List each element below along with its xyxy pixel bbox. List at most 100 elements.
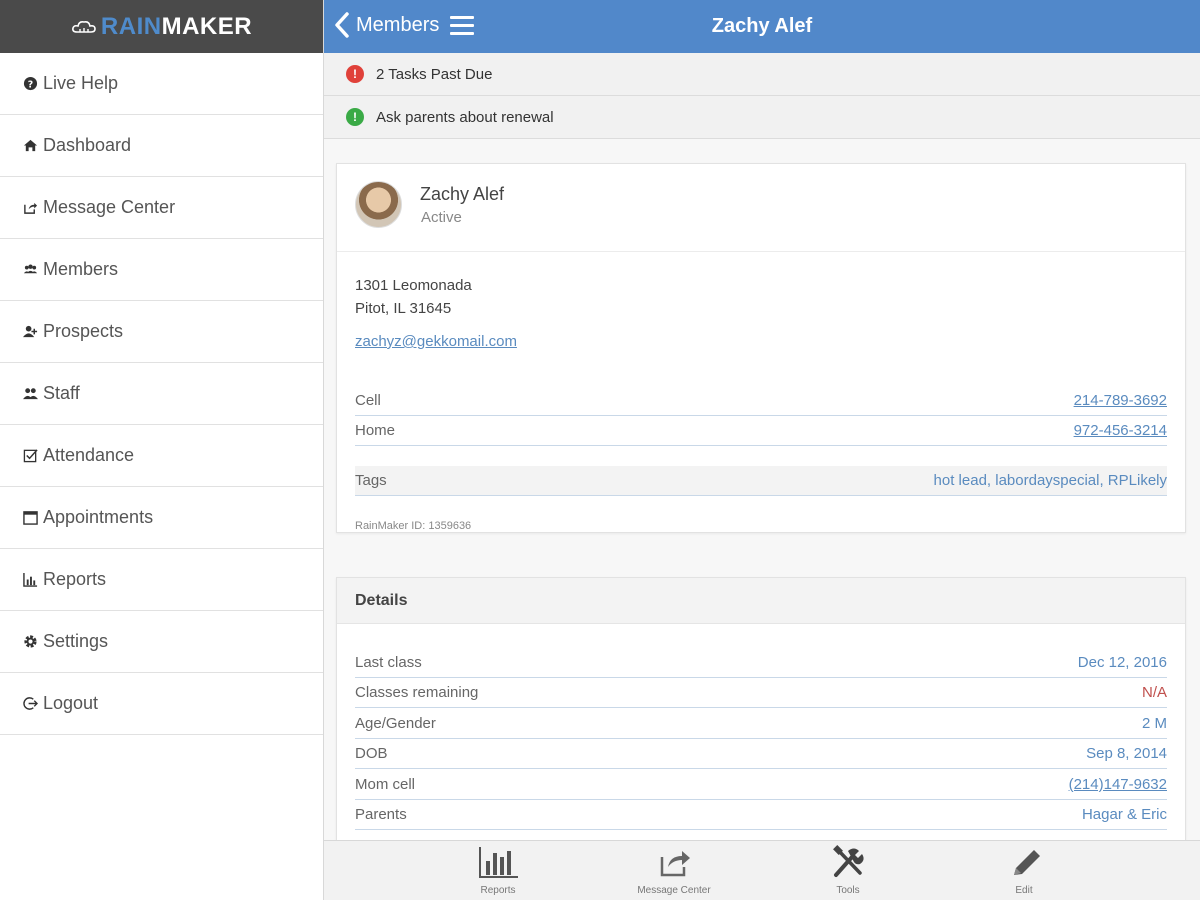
home-icon bbox=[21, 137, 39, 155]
brand-logo[interactable]: RAINMAKER bbox=[0, 0, 323, 53]
cloud-logo-icon bbox=[71, 20, 96, 33]
calendar-icon bbox=[21, 509, 39, 527]
bar-chart-icon bbox=[479, 847, 518, 878]
bar-chart-icon bbox=[21, 571, 39, 589]
alert-tasks-past-due[interactable]: ! 2 Tasks Past Due bbox=[324, 53, 1200, 96]
detail-value: Sep 8, 2014 bbox=[1086, 745, 1167, 762]
main-content[interactable]: Zachy Alef Active 1301 Leomonada Pitot, … bbox=[324, 139, 1200, 840]
toolbar-tools-button[interactable]: Tools bbox=[788, 845, 908, 896]
detail-row-classes-remaining: Classes remaining N/A bbox=[355, 678, 1167, 708]
address: 1301 Leomonada Pitot, IL 31645 bbox=[355, 274, 472, 320]
sidebar-item-label: Logout bbox=[43, 693, 99, 713]
detail-label: DOB bbox=[355, 745, 388, 762]
sidebar-item-label: Prospects bbox=[43, 321, 124, 341]
alert-text: Ask parents about renewal bbox=[376, 108, 554, 126]
sidebar-item-live-help[interactable]: ? Live Help bbox=[0, 53, 323, 115]
alert-error-icon: ! bbox=[346, 65, 364, 83]
home-row: Home 972-456-3214 bbox=[355, 416, 1167, 446]
sidebar-item-logout[interactable]: Logout bbox=[0, 673, 323, 735]
profile-name: Zachy Alef bbox=[420, 184, 505, 204]
profile-status: Active bbox=[421, 209, 462, 226]
pencil-icon bbox=[1014, 850, 1040, 875]
detail-value: 2 M bbox=[1141, 715, 1167, 732]
home-label: Home bbox=[355, 422, 396, 439]
detail-label: Classes remaining bbox=[355, 684, 479, 701]
alert-renewal-task[interactable]: ! Ask parents about renewal bbox=[324, 96, 1200, 139]
brand-rain-text: RAIN bbox=[100, 12, 162, 40]
cell-phone-link[interactable]: 214-789-3692 bbox=[1074, 392, 1167, 409]
sidebar-item-dashboard[interactable]: Dashboard bbox=[0, 115, 323, 177]
sidebar-item-label: Message Center bbox=[43, 197, 176, 217]
details-heading: Details bbox=[337, 578, 1185, 624]
sidebar-item-label: Live Help bbox=[43, 73, 119, 93]
profile-card: Zachy Alef Active 1301 Leomonada Pitot, … bbox=[336, 163, 1186, 533]
top-bar: Members Zachy Alef bbox=[324, 0, 1200, 53]
svg-text:?: ? bbox=[27, 79, 32, 90]
detail-label: Last class bbox=[355, 654, 422, 671]
detail-label: Mom cell bbox=[355, 776, 416, 793]
group-icon bbox=[21, 261, 39, 279]
page-title: Zachy Alef bbox=[711, 15, 813, 37]
toolbar-edit-button[interactable]: Edit bbox=[964, 845, 1084, 896]
sidebar-item-reports[interactable]: Reports bbox=[0, 549, 323, 611]
toolbar-reports-button[interactable]: Reports bbox=[438, 845, 558, 896]
alert-info-icon: ! bbox=[346, 108, 364, 126]
detail-value: Hagar & Eric bbox=[1081, 806, 1167, 823]
question-circle-icon: ? bbox=[21, 75, 39, 93]
cell-row: Cell 214-789-3692 bbox=[355, 386, 1167, 416]
detail-row-parents: Parents Hagar & Eric bbox=[355, 800, 1167, 830]
detail-row-mom-cell: Mom cell (214)147-9632 bbox=[355, 770, 1167, 800]
gear-icon bbox=[21, 633, 39, 651]
mom-cell-link[interactable]: (214)147-9632 bbox=[1069, 776, 1167, 793]
tags-value[interactable]: hot lead, labordayspecial, RPLikely bbox=[934, 472, 1167, 489]
sidebar-item-label: Attendance bbox=[43, 445, 135, 465]
address-line-1: 1301 Leomonada bbox=[355, 277, 472, 294]
sidebar-item-label: Dashboard bbox=[43, 135, 132, 155]
share-icon bbox=[21, 199, 39, 217]
toolbar-label: Message Center bbox=[637, 885, 711, 896]
user-plus-icon bbox=[21, 323, 39, 341]
share-icon bbox=[660, 851, 690, 877]
address-line-2: Pitot, IL 31645 bbox=[355, 300, 452, 317]
tags-row[interactable]: Tags hot lead, labordayspecial, RPLikely bbox=[355, 466, 1167, 496]
avatar bbox=[355, 181, 402, 228]
checkbox-icon bbox=[21, 447, 39, 465]
email-link[interactable]: zachyz@gekkomail.com bbox=[355, 333, 517, 350]
sidebar-item-staff[interactable]: Staff bbox=[0, 363, 323, 425]
detail-value: Dec 12, 2016 bbox=[1077, 654, 1167, 671]
brand-maker-text: MAKER bbox=[161, 12, 253, 40]
detail-label: Parents bbox=[355, 806, 407, 823]
users-icon bbox=[21, 385, 39, 403]
tools-icon bbox=[833, 845, 864, 877]
sidebar: RAINMAKER ? Live Help Dashboard Message … bbox=[0, 0, 324, 900]
profile-header: Zachy Alef Active bbox=[337, 164, 1185, 252]
sidebar-item-message-center[interactable]: Message Center bbox=[0, 177, 323, 239]
sidebar-item-label: Staff bbox=[43, 383, 80, 403]
detail-row-dob: DOB Sep 8, 2014 bbox=[355, 739, 1167, 769]
detail-row-age-gender: Age/Gender 2 M bbox=[355, 709, 1167, 739]
sidebar-item-attendance[interactable]: Attendance bbox=[0, 425, 323, 487]
toolbar-label: Edit bbox=[1015, 885, 1033, 896]
sidebar-item-label: Settings bbox=[43, 631, 109, 651]
detail-value: N/A bbox=[1141, 684, 1167, 701]
sidebar-item-prospects[interactable]: Prospects bbox=[0, 301, 323, 363]
alert-text: 2 Tasks Past Due bbox=[376, 65, 493, 83]
toolbar-label: Reports bbox=[480, 885, 516, 896]
cell-label: Cell bbox=[355, 392, 381, 409]
sidebar-item-label: Appointments bbox=[43, 507, 154, 527]
logout-icon bbox=[21, 695, 39, 713]
toolbar-message-center-button[interactable]: Message Center bbox=[614, 845, 734, 896]
sidebar-item-settings[interactable]: Settings bbox=[0, 611, 323, 673]
home-phone-link[interactable]: 972-456-3214 bbox=[1074, 422, 1167, 439]
sidebar-item-label: Reports bbox=[43, 569, 107, 589]
detail-row-last-class: Last class Dec 12, 2016 bbox=[355, 648, 1167, 678]
tags-label: Tags bbox=[355, 472, 387, 489]
rainmaker-id: RainMaker ID: 1359636 bbox=[355, 520, 472, 532]
sidebar-item-label: Members bbox=[43, 259, 119, 279]
sidebar-item-members[interactable]: Members bbox=[0, 239, 323, 301]
detail-label: Age/Gender bbox=[355, 715, 436, 732]
details-card: Details Last class Dec 12, 2016 Classes … bbox=[336, 577, 1186, 840]
sidebar-item-appointments[interactable]: Appointments bbox=[0, 487, 323, 549]
bottom-toolbar: Reports Message Center Tools Edit bbox=[324, 840, 1200, 900]
toolbar-label: Tools bbox=[836, 885, 860, 896]
